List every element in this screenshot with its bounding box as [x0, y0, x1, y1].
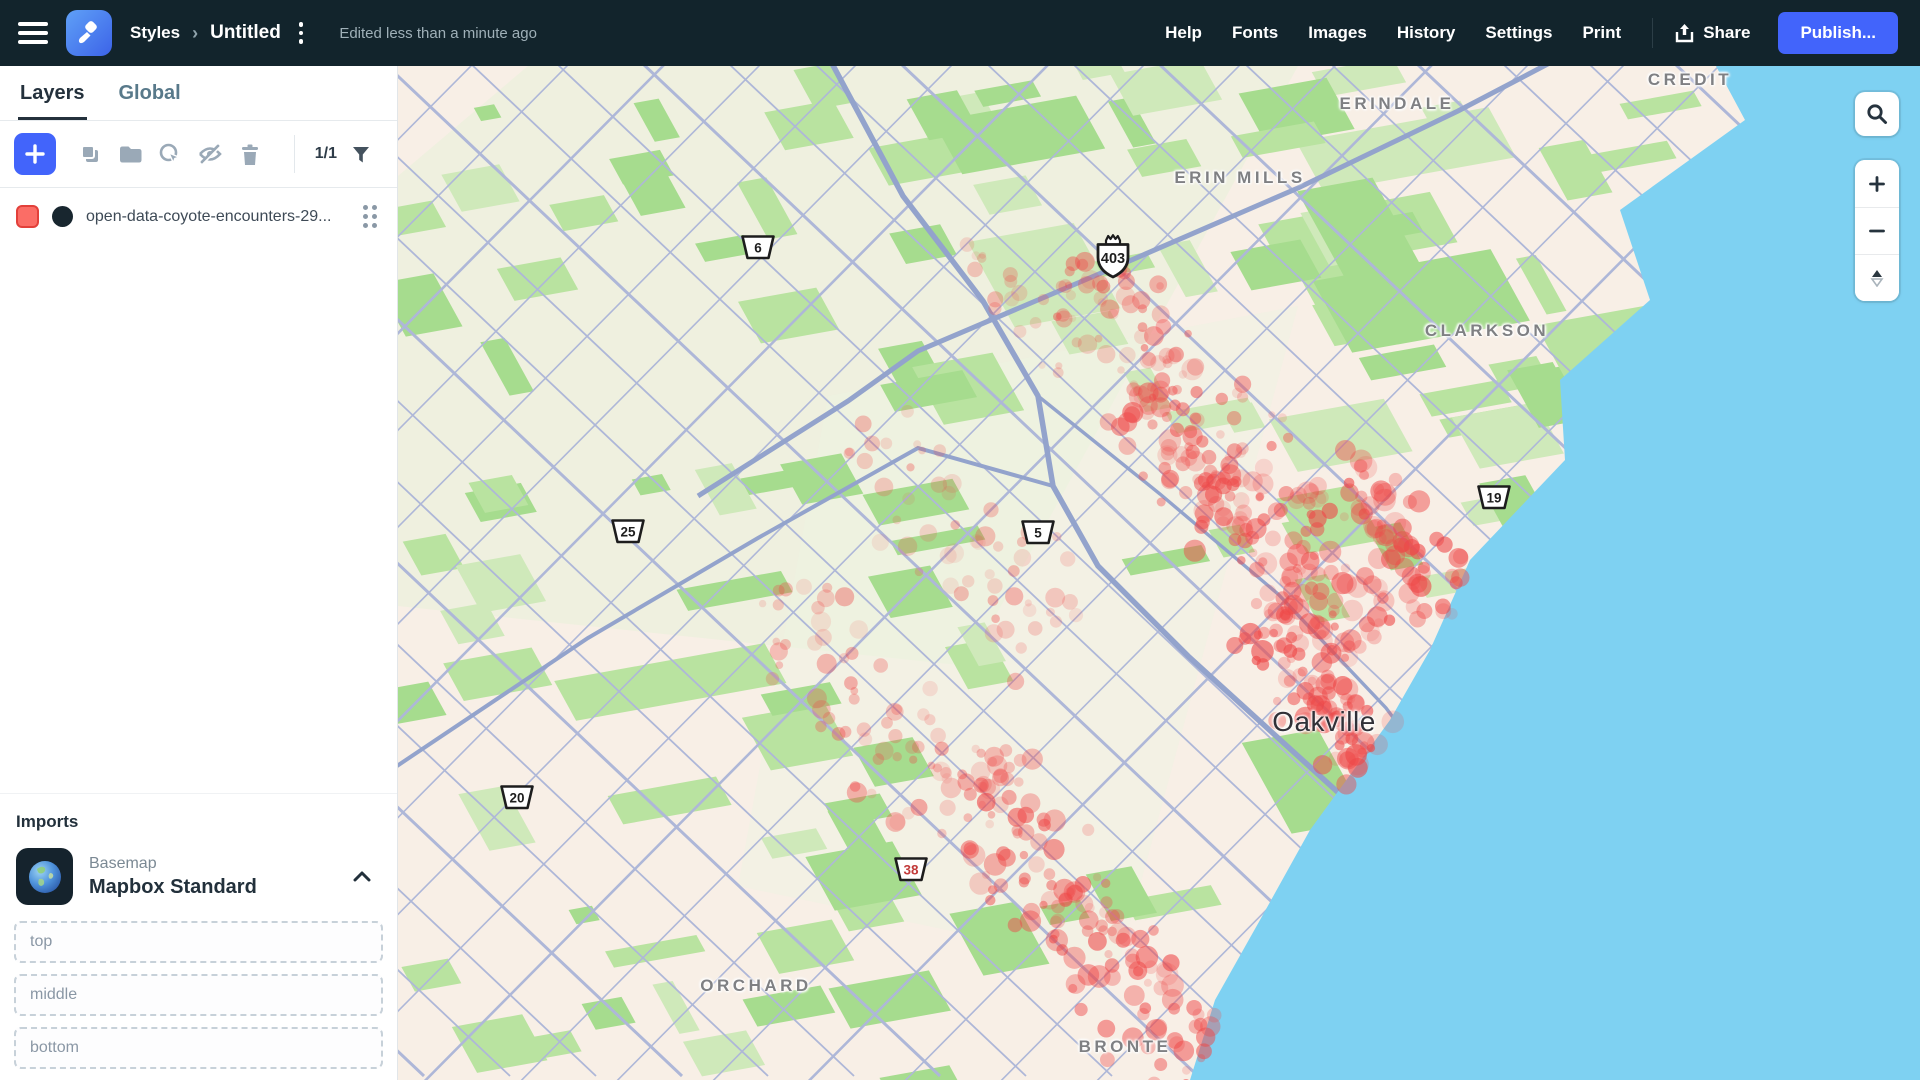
app-header: Styles › Untitled Edited less than a min… — [0, 0, 1920, 66]
slot-label: middle — [30, 986, 77, 1004]
nav-settings[interactable]: Settings — [1470, 13, 1567, 53]
imports-section: Imports Basemap Mapbox Standard — [0, 793, 397, 1080]
filter-funnel-icon — [351, 145, 371, 164]
edited-status: Edited less than a minute ago — [339, 25, 537, 42]
mapbox-studio-logo[interactable] — [66, 10, 112, 56]
trash-icon — [239, 143, 261, 166]
map-canvas[interactable] — [398, 66, 1920, 1080]
divider — [1652, 18, 1653, 48]
sidebar: Layers Global — [0, 66, 398, 1080]
duplicate-layer-button[interactable] — [70, 135, 110, 173]
basemap-name: Mapbox Standard — [89, 876, 327, 899]
breadcrumb: Styles › Untitled — [130, 18, 309, 48]
basemap-label: Basemap — [89, 855, 327, 873]
duplicate-icon — [79, 143, 101, 165]
tab-global[interactable]: Global — [117, 66, 183, 120]
sidebar-tabs: Layers Global — [0, 66, 397, 121]
menu-icon[interactable] — [18, 22, 48, 44]
share-icon — [1675, 23, 1694, 44]
publish-button[interactable]: Publish... — [1778, 12, 1898, 54]
compass-bearing-button[interactable] — [1855, 254, 1899, 301]
layer-color-swatch[interactable] — [16, 205, 39, 228]
chevron-right-icon: › — [192, 23, 198, 44]
plus-icon — [1869, 176, 1885, 192]
map-area[interactable]: ERINDALEERIN MILLSCREDITCLARKSONORCHARDB… — [398, 66, 1920, 1080]
breadcrumb-styles[interactable]: Styles — [130, 23, 180, 43]
layer-row[interactable]: open-data-coyote-encounters-29... — [0, 188, 397, 245]
map-search-button[interactable] — [1855, 92, 1899, 136]
map-zoom-controls — [1855, 160, 1899, 301]
nav-help[interactable]: Help — [1150, 13, 1217, 53]
plus-icon — [25, 144, 45, 164]
header-nav: HelpFontsImagesHistorySettingsPrint — [1150, 13, 1636, 53]
layers-toolbar: 1/1 — [0, 121, 397, 188]
layer-counter: 1/1 — [315, 145, 337, 163]
pointer-circle-icon — [158, 142, 182, 166]
import-slot-middle[interactable]: middle — [14, 974, 383, 1016]
minus-icon — [1869, 223, 1885, 239]
layer-list: open-data-coyote-encounters-29... — [0, 188, 397, 245]
zoom-in-button[interactable] — [1855, 160, 1899, 207]
toggle-visibility-button[interactable] — [190, 135, 230, 173]
basemap-row[interactable]: Basemap Mapbox Standard — [12, 846, 385, 921]
style-options-kebab-icon[interactable] — [293, 18, 310, 48]
layer-name[interactable]: open-data-coyote-encounters-29... — [86, 208, 346, 226]
share-button[interactable]: Share — [1669, 13, 1756, 54]
import-slots: top middle bottom — [12, 921, 385, 1069]
imports-heading: Imports — [12, 808, 385, 846]
slot-label: top — [30, 933, 52, 951]
slot-label: bottom — [30, 1039, 79, 1057]
basemap-thumbnail — [16, 848, 73, 905]
nav-images[interactable]: Images — [1293, 13, 1382, 53]
nav-fonts[interactable]: Fonts — [1217, 13, 1293, 53]
import-slot-bottom[interactable]: bottom — [14, 1027, 383, 1069]
nav-print[interactable]: Print — [1567, 13, 1636, 53]
breadcrumb-doc-title: Untitled — [210, 22, 281, 44]
divider — [294, 135, 295, 173]
filter-layers-button[interactable] — [345, 135, 377, 173]
import-slot-top[interactable]: top — [14, 921, 383, 963]
nav-history[interactable]: History — [1382, 13, 1471, 53]
folder-icon — [118, 143, 142, 165]
eye-off-icon — [197, 143, 223, 165]
tab-layers[interactable]: Layers — [18, 66, 87, 120]
compass-icon — [1870, 269, 1884, 287]
circle-layer-type-icon — [52, 206, 73, 227]
select-data-button[interactable] — [150, 135, 190, 173]
add-layer-button[interactable] — [14, 133, 56, 175]
zoom-out-button[interactable] — [1855, 207, 1899, 254]
collapse-basemap-chevron-up-icon[interactable] — [343, 859, 381, 894]
paintbrush-icon — [76, 20, 102, 46]
delete-layer-button[interactable] — [230, 135, 270, 173]
search-icon — [1866, 103, 1888, 125]
globe-icon — [25, 857, 65, 897]
group-layers-button[interactable] — [110, 135, 150, 173]
layer-drag-handle-icon[interactable] — [359, 201, 381, 232]
